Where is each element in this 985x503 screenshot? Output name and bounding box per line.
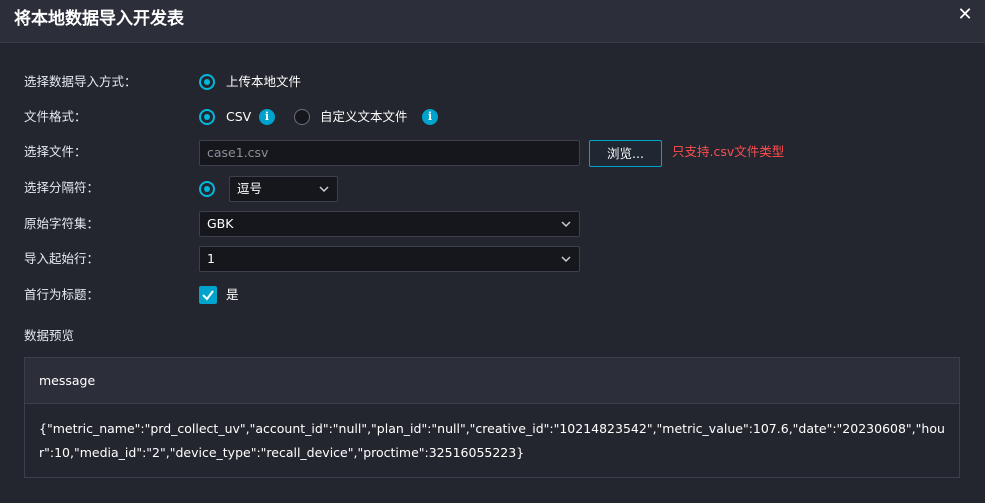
file-path-input[interactable]: case1.csv bbox=[199, 140, 580, 166]
column-header-message: message bbox=[39, 373, 96, 388]
start-row-label: 导入起始行： bbox=[24, 251, 100, 266]
file-path-placeholder: case1.csv bbox=[207, 145, 269, 160]
delimiter-radio[interactable] bbox=[199, 181, 215, 197]
table-header: message bbox=[25, 358, 959, 404]
charset-label: 原始字符集： bbox=[24, 216, 100, 231]
chevron-down-icon bbox=[319, 186, 329, 193]
custom-text-radio[interactable] bbox=[294, 109, 310, 125]
custom-text-label: 自定义文本文件 bbox=[320, 109, 408, 124]
delimiter-label: 选择分隔符： bbox=[24, 180, 100, 195]
select-file-label: 选择文件： bbox=[24, 144, 87, 159]
charset-select[interactable]: GBK bbox=[199, 211, 580, 237]
start-row-select[interactable]: 1 bbox=[199, 246, 580, 272]
dialog-header: 将本地数据导入开发表 ✕ bbox=[0, 0, 985, 43]
check-icon bbox=[202, 290, 214, 301]
header-row-checkbox-label: 是 bbox=[226, 287, 239, 302]
preview-table: message {"metric_name":"prd_collect_uv",… bbox=[24, 357, 960, 478]
delimiter-value: 逗号 bbox=[237, 181, 263, 196]
chevron-down-icon bbox=[561, 256, 571, 263]
table-cell: {"metric_name":"prd_collect_uv","account… bbox=[39, 421, 945, 460]
csv-info-icon[interactable]: i bbox=[259, 109, 275, 125]
upload-local-radio[interactable] bbox=[199, 74, 215, 90]
custom-text-info-icon[interactable]: i bbox=[422, 109, 438, 125]
header-row-checkbox[interactable] bbox=[199, 286, 217, 304]
file-format-label: 文件格式： bbox=[24, 109, 87, 124]
header-row-label: 首行为标题： bbox=[24, 287, 100, 302]
csv-radio[interactable] bbox=[199, 109, 215, 125]
import-method-label: 选择数据导入方式： bbox=[24, 74, 137, 89]
dialog-title: 将本地数据导入开发表 bbox=[14, 9, 184, 29]
preview-title: 数据预览 bbox=[24, 328, 75, 343]
close-icon[interactable]: ✕ bbox=[955, 5, 975, 25]
start-row-value: 1 bbox=[207, 251, 215, 266]
file-type-hint: 只支持.csv文件类型 bbox=[672, 144, 785, 159]
upload-local-label: 上传本地文件 bbox=[226, 74, 302, 89]
delimiter-select[interactable]: 逗号 bbox=[229, 176, 338, 202]
chevron-down-icon bbox=[561, 221, 571, 228]
csv-label: CSV bbox=[226, 109, 252, 124]
browse-button[interactable]: 浏览... bbox=[589, 140, 662, 167]
charset-value: GBK bbox=[207, 216, 234, 231]
